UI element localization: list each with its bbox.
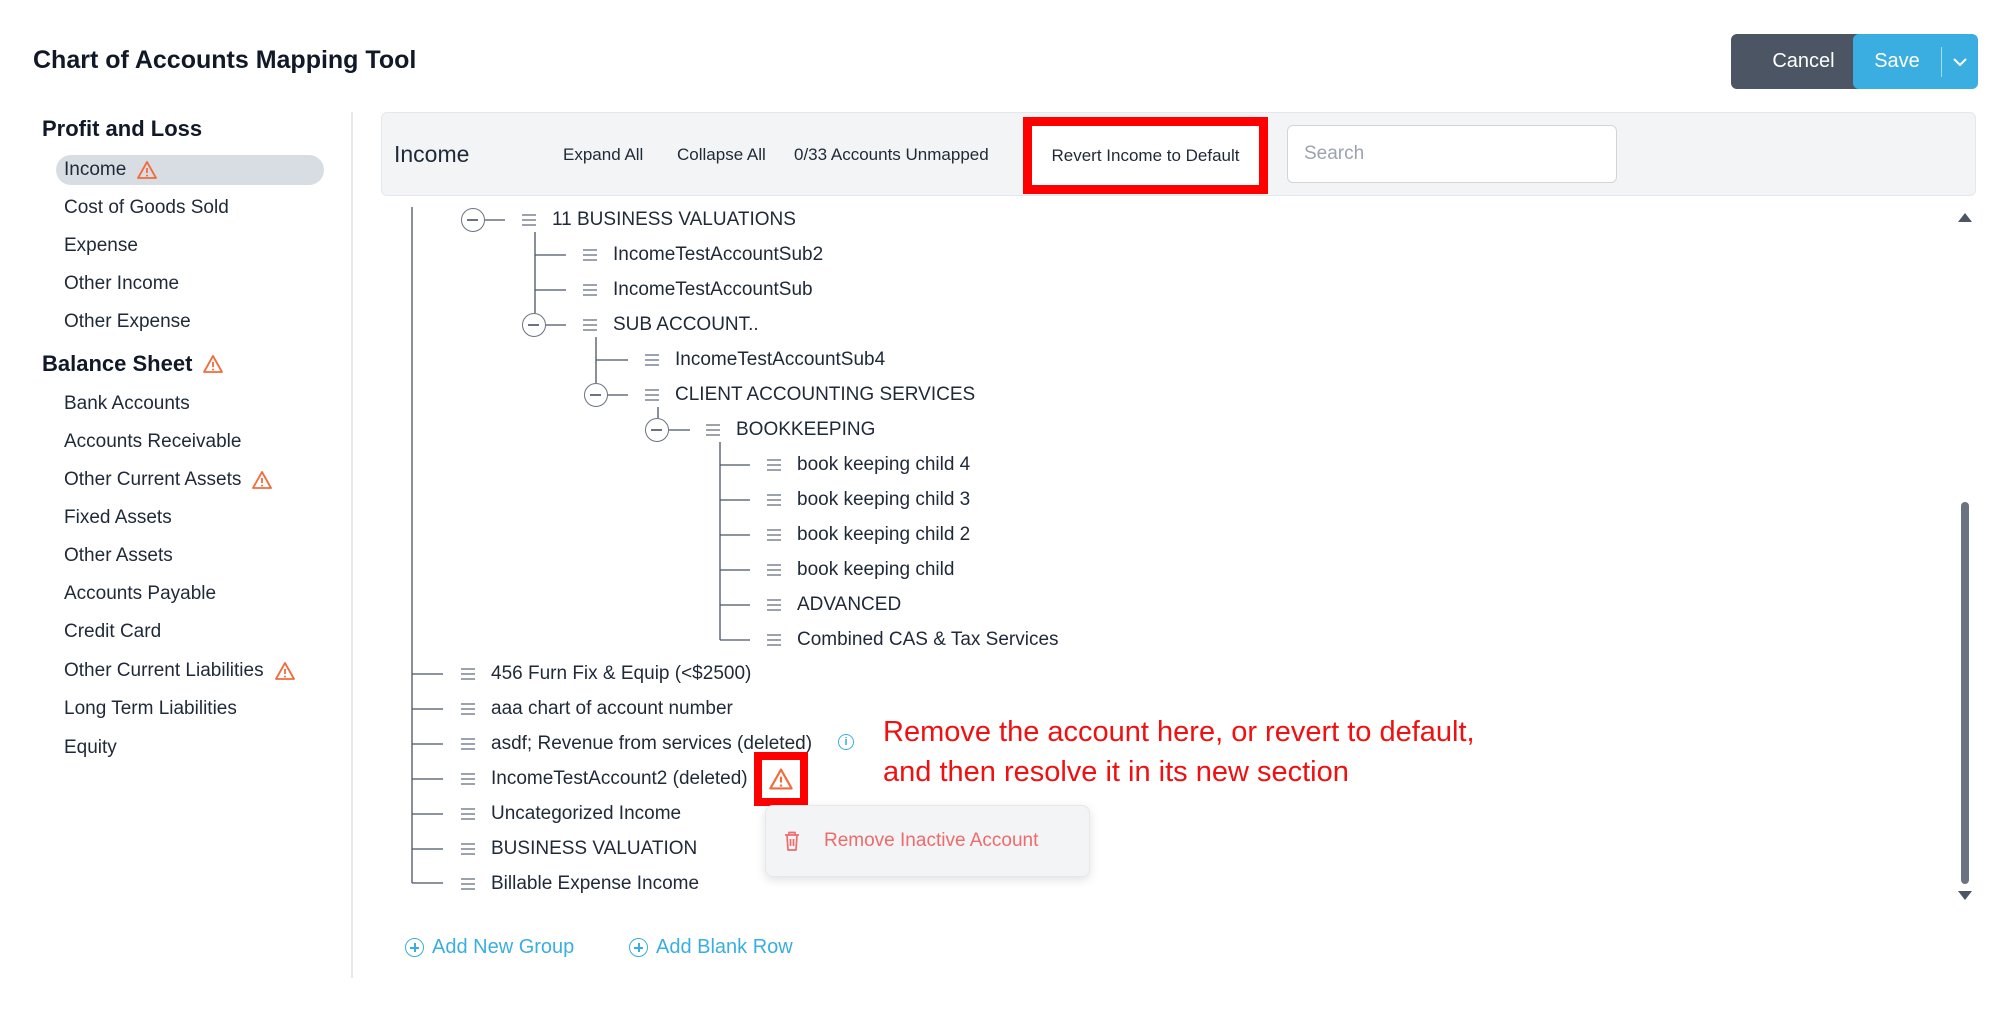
scrollbar-thumb[interactable] (1961, 502, 1969, 884)
drag-handle-icon[interactable] (767, 564, 781, 576)
sidebar-divider (351, 112, 353, 978)
tree-node[interactable]: book keeping child (767, 557, 954, 583)
scroll-up-arrow-icon[interactable] (1958, 213, 1972, 222)
expand-all-button[interactable]: Expand All (563, 145, 643, 165)
drag-handle-icon[interactable] (461, 773, 475, 785)
drag-handle-icon[interactable] (522, 214, 536, 226)
plus-circle-icon (629, 938, 648, 957)
tree-node[interactable]: Uncategorized Income (461, 801, 681, 827)
collapse-toggle-icon[interactable] (584, 383, 608, 407)
warning-icon (203, 355, 224, 373)
tree-node[interactable]: book keeping child 4 (767, 452, 970, 478)
tree-node[interactable]: Billable Expense Income (461, 871, 699, 897)
drag-handle-icon[interactable] (461, 808, 475, 820)
drag-handle-icon[interactable] (461, 703, 475, 715)
tree-node[interactable]: ADVANCED (767, 592, 901, 618)
drag-handle-icon[interactable] (706, 424, 720, 436)
tree-node[interactable]: IncomeTestAccountSub2 (583, 242, 823, 268)
sidebar-item-credit-card[interactable]: Credit Card (64, 617, 161, 647)
collapse-toggle-icon[interactable] (522, 313, 546, 337)
drag-handle-icon[interactable] (583, 249, 597, 261)
drag-handle-icon[interactable] (583, 319, 597, 331)
collapse-all-button[interactable]: Collapse All (677, 145, 766, 165)
warning-icon (137, 161, 158, 179)
tree-node[interactable]: BOOKKEEPING (706, 417, 875, 443)
sidebar-item-accounts-receivable[interactable]: Accounts Receivable (64, 427, 241, 457)
revert-to-default-button[interactable]: Revert Income to Default (1023, 117, 1268, 194)
scroll-down-arrow-icon[interactable] (1958, 891, 1972, 900)
tree-node[interactable]: CLIENT ACCOUNTING SERVICES (645, 382, 975, 408)
sidebar-heading-profit-loss: Profit and Loss (42, 116, 203, 141)
collapse-toggle-icon[interactable] (645, 418, 669, 442)
page-title: Chart of Accounts Mapping Tool (33, 46, 417, 74)
drag-handle-icon[interactable] (461, 668, 475, 680)
sidebar-item-accounts-payable[interactable]: Accounts Payable (64, 579, 216, 609)
tree-node[interactable]: aaa chart of account number (461, 696, 733, 722)
sidebar-item-other-current-liabilities[interactable]: Other Current Liabilities (64, 656, 296, 686)
tree-node[interactable]: IncomeTestAccount2 (deleted) (461, 766, 748, 792)
sidebar-item-cost-of-goods-sold[interactable]: Cost of Goods Sold (64, 193, 229, 223)
drag-handle-icon[interactable] (767, 494, 781, 506)
sidebar-item-bank-accounts[interactable]: Bank Accounts (64, 389, 190, 419)
cancel-label: Cancel (1772, 50, 1835, 72)
trash-icon (785, 831, 799, 851)
tree-node[interactable]: SUB ACCOUNT.. (583, 312, 759, 338)
save-label: Save (1874, 50, 1920, 72)
add-blank-row-button[interactable]: Add Blank Row (629, 936, 793, 959)
plus-circle-icon (405, 938, 424, 957)
section-title: Income (394, 141, 470, 167)
drag-handle-icon[interactable] (461, 738, 475, 750)
drag-handle-icon[interactable] (767, 634, 781, 646)
tree-node[interactable]: BUSINESS VALUATION (461, 836, 697, 862)
sidebar-item-income[interactable]: Income (56, 155, 324, 185)
remove-inactive-account-menu-item[interactable]: Remove Inactive Account (765, 805, 1090, 877)
search-input[interactable]: Search (1287, 125, 1617, 183)
tree-node[interactable]: Combined CAS & Tax Services (767, 627, 1059, 653)
tree-node[interactable]: book keeping child 3 (767, 487, 970, 513)
drag-handle-icon[interactable] (767, 459, 781, 471)
tree-node[interactable]: IncomeTestAccountSub4 (645, 347, 885, 373)
warning-icon (252, 471, 273, 489)
inactive-account-warning-button[interactable] (754, 752, 808, 806)
sidebar-item-fixed-assets[interactable]: Fixed Assets (64, 503, 172, 533)
sidebar-item-equity[interactable]: Equity (64, 733, 117, 763)
save-button[interactable]: Save (1853, 34, 1978, 89)
info-icon[interactable]: i (838, 734, 854, 750)
collapse-toggle-icon[interactable] (461, 208, 485, 232)
sidebar-item-other-current-assets[interactable]: Other Current Assets (64, 465, 273, 495)
tree-node[interactable]: book keeping child 2 (767, 522, 970, 548)
unmapped-status: 0/33 Accounts Unmapped (794, 145, 989, 164)
instruction-annotation: Remove the account here, or revert to de… (883, 716, 1475, 788)
drag-handle-icon[interactable] (645, 389, 659, 401)
chevron-down-icon[interactable] (1942, 57, 1978, 67)
sidebar-item-expense[interactable]: Expense (64, 231, 138, 261)
drag-handle-icon[interactable] (461, 878, 475, 890)
sidebar-item-long-term-liabilities[interactable]: Long Term Liabilities (64, 694, 237, 724)
warning-icon (769, 768, 793, 790)
sidebar-heading-balance-sheet: Balance Sheet (42, 351, 224, 377)
sidebar-item-other-expense[interactable]: Other Expense (64, 307, 191, 337)
tree-node[interactable]: 456 Furn Fix & Equip (<$2500) (461, 661, 751, 687)
drag-handle-icon[interactable] (645, 354, 659, 366)
warning-icon (274, 662, 295, 680)
drag-handle-icon[interactable] (767, 529, 781, 541)
tree-node[interactable]: IncomeTestAccountSub (583, 277, 813, 303)
drag-handle-icon[interactable] (461, 843, 475, 855)
drag-handle-icon[interactable] (767, 599, 781, 611)
section-toolbar: Income Expand All Collapse All 0/33 Acco… (381, 112, 1976, 196)
drag-handle-icon[interactable] (583, 284, 597, 296)
sidebar-item-other-assets[interactable]: Other Assets (64, 541, 173, 571)
tree-node[interactable]: 11 BUSINESS VALUATIONS (522, 207, 796, 233)
sidebar-item-other-income[interactable]: Other Income (64, 269, 179, 299)
add-new-group-button[interactable]: Add New Group (405, 936, 574, 959)
